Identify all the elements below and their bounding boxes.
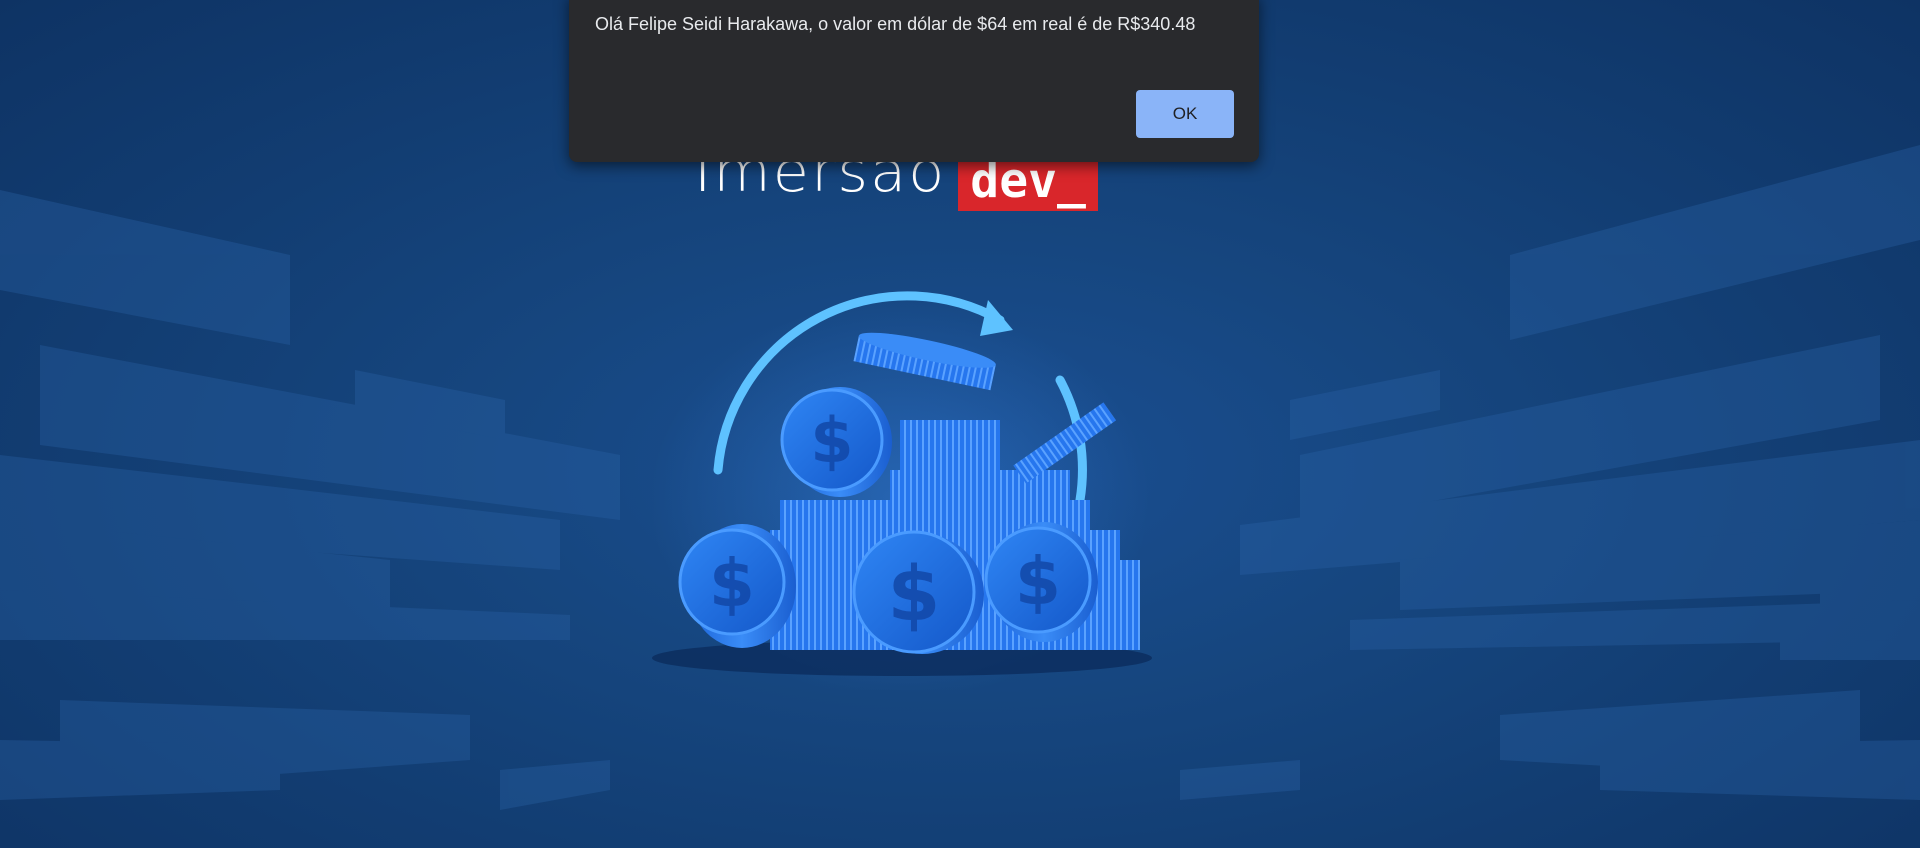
svg-text:$: $ [709, 545, 755, 622]
alert-dialog: Olá Felipe Seidi Harakawa, o valor em dó… [569, 0, 1259, 162]
svg-text:$: $ [888, 549, 941, 638]
dollar-coins-exchange-icon: $ $ $ $ [650, 291, 1152, 690]
svg-text:$: $ [810, 404, 853, 477]
svg-text:$: $ [1015, 543, 1061, 620]
ok-button[interactable]: OK [1136, 90, 1234, 138]
alert-message: Olá Felipe Seidi Harakawa, o valor em dó… [595, 14, 1196, 34]
